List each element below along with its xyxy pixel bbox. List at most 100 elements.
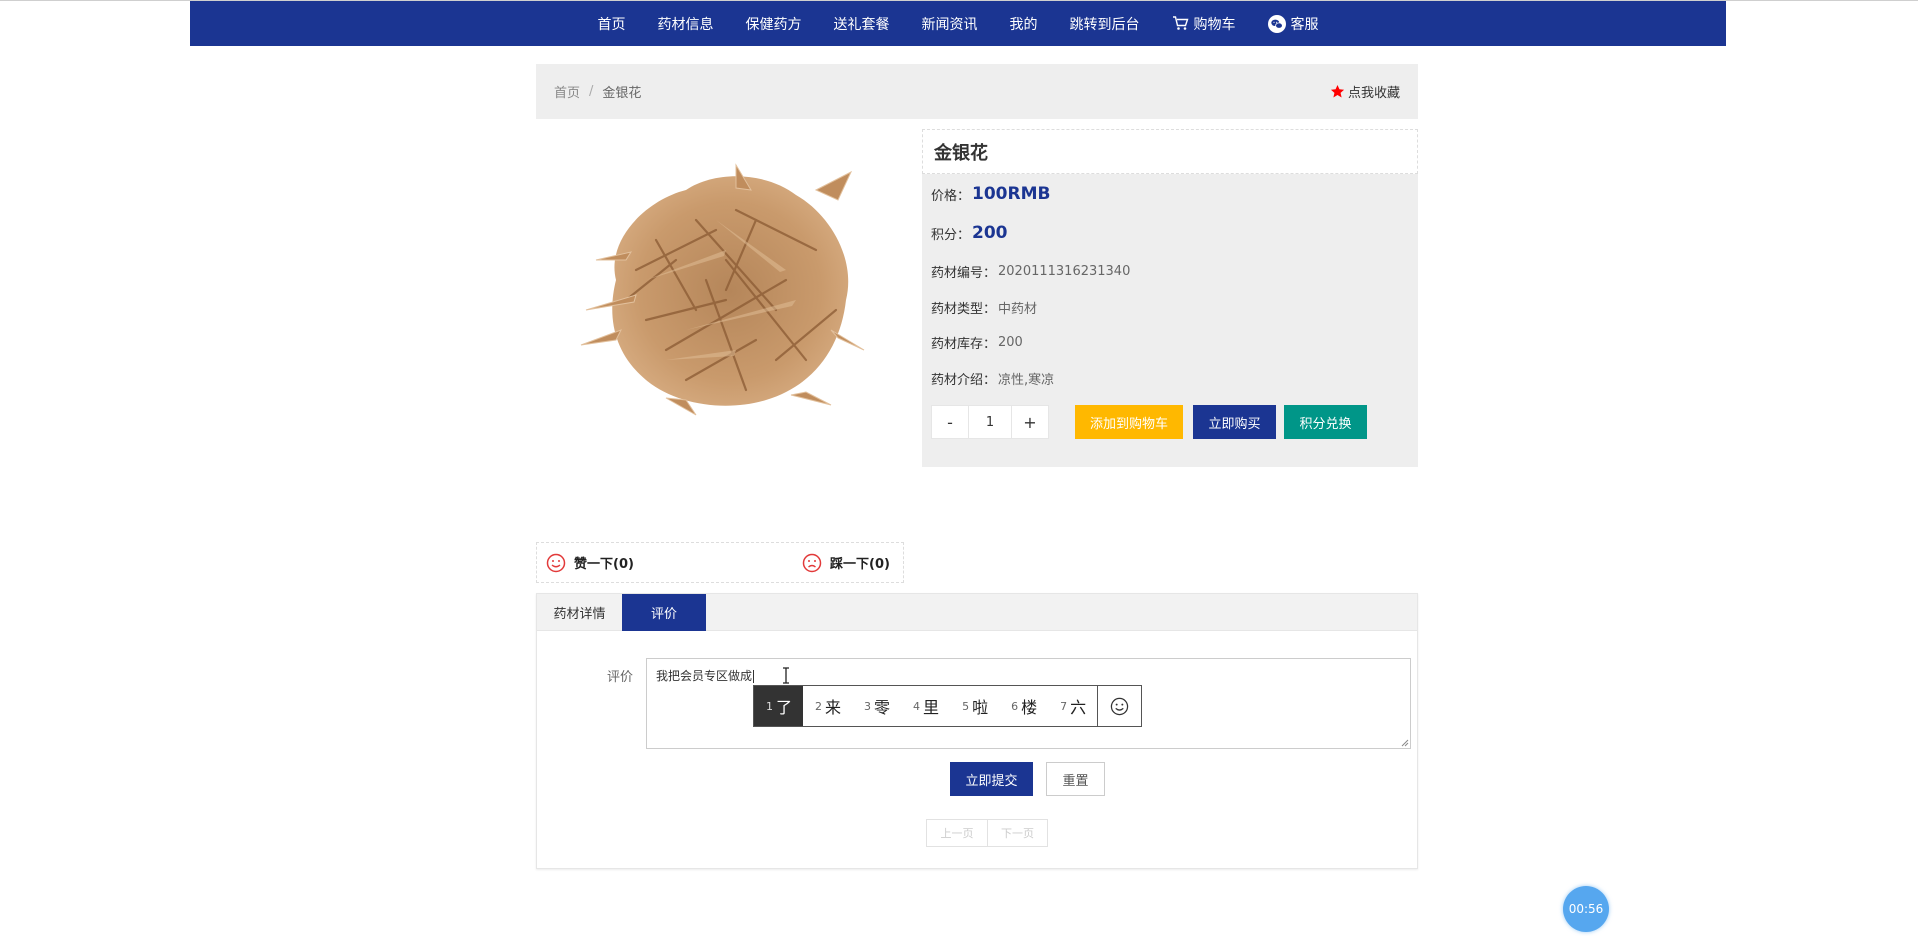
cart-icon [1172,16,1188,30]
nav-cart-label: 购物车 [1193,16,1236,33]
nav-home-label: 首页 [597,16,626,33]
nav-gift-packages-label: 送礼套餐 [833,16,890,33]
ime-candidate[interactable]: 4里 [901,686,950,726]
ime-candidate-number: 2 [815,699,823,713]
nav-admin-label: 跳转到后台 [1069,16,1140,33]
add-to-cart-button[interactable]: 添加到购物车 [1075,405,1183,439]
ime-candidate[interactable]: 3零 [852,686,901,726]
tab-details[interactable]: 药材详情 [537,594,622,631]
ime-candidate-number: 1 [766,699,773,713]
prev-page-button[interactable]: 上一页 [926,819,988,847]
type-value: 中药材 [998,302,1038,317]
product-title: 金银花 [934,142,988,164]
ime-emoji-button[interactable] [1097,686,1141,726]
stock-value: 200 [998,335,1023,350]
dislike-button[interactable]: 踩一下(0) [802,543,890,582]
points-value: 200 [972,223,1008,243]
type-row: 药材类型： 中药材 [931,298,1037,317]
vote-box: 赞一下(0) 踩一下(0) [536,542,904,583]
emoji-icon [1110,697,1129,715]
dislike-label: 踩一下(0) [830,557,890,572]
ime-candidate-char: 六 [1070,698,1087,717]
nav-herb-info[interactable]: 药材信息 [642,1,730,46]
ime-candidate-char: 里 [923,698,940,717]
product-title-box: 金银花 [922,129,1418,174]
product-image [580,163,865,416]
favorite-label: 点我收藏 [1347,86,1400,101]
quantity-minus-button[interactable]: - [931,405,969,439]
resize-handle-icon[interactable] [1400,738,1409,747]
text-caret [753,670,755,683]
review-text-wrap: 我把会员专区做成 [656,667,755,684]
star-icon [1330,84,1345,98]
price-value: 100RMB [972,184,1051,204]
nav-gift-packages[interactable]: 送礼套餐 [818,1,906,46]
like-button[interactable]: 赞一下(0) [546,543,634,582]
product-info-panel: 金银花 价格： 100RMB 积分： 200 药材编号： 20201113162… [922,129,1418,467]
next-page-button[interactable]: 下一页 [988,819,1048,847]
stock-label: 药材库存： [931,337,997,352]
nav-herb-info-label: 药材信息 [657,16,714,33]
points-label: 积分： [931,227,971,243]
points-exchange-button[interactable]: 积分兑换 [1284,405,1367,439]
ime-candidate-char: 了 [776,698,793,717]
ime-candidate-char: 零 [874,698,891,717]
ime-candidate-char: 楼 [1021,698,1038,717]
nav-home[interactable]: 首页 [582,1,642,46]
breadcrumb-current: 金银花 [602,86,642,101]
code-value: 2020111316231340 [998,264,1131,279]
price-row: 价格： 100RMB [931,184,1050,204]
ime-candidate-number: 6 [1011,699,1019,713]
reset-button[interactable]: 重置 [1046,762,1105,796]
type-label: 药材类型： [931,302,997,317]
ime-candidate-number: 7 [1060,699,1068,713]
nav-mine-label: 我的 [1009,16,1038,33]
ime-candidate-bar: 1了2来3零4里5啦6楼7六 [753,685,1143,727]
ime-candidate[interactable]: 2来 [803,686,852,726]
buy-now-button[interactable]: 立即购买 [1193,405,1276,439]
tab-review[interactable]: 评价 [622,594,706,631]
breadcrumb-home[interactable]: 首页 [554,82,580,101]
timer-badge[interactable]: 00:56 [1563,886,1609,932]
ime-candidate-number: 4 [913,699,921,713]
quantity-stepper: - 1 + [931,405,1049,439]
text-cursor-icon [783,667,789,684]
ime-candidate[interactable]: 5啦 [950,686,999,726]
nav-cart[interactable]: 购物车 [1156,1,1252,46]
like-label: 赞一下(0) [574,557,634,572]
review-label: 评价 [607,670,634,685]
ime-candidate[interactable]: 6楼 [999,686,1048,726]
ime-candidate-char: 来 [825,698,842,717]
nav-health-recipes-label: 保健药方 [745,16,802,33]
submit-button[interactable]: 立即提交 [950,762,1033,796]
stock-row: 药材库存： 200 [931,333,1023,352]
nav-mine[interactable]: 我的 [994,1,1054,46]
intro-value: 凉性,寒凉 [998,373,1055,388]
price-label: 价格： [931,188,971,204]
intro-row: 药材介绍： 凉性,寒凉 [931,369,1054,388]
quantity-input[interactable]: 1 [969,405,1011,439]
nav-health-recipes[interactable]: 保健药方 [730,1,818,46]
tab-bar: 药材详情 评价 [537,594,1417,631]
sad-face-icon [802,553,822,572]
nav-service-label: 客服 [1290,16,1319,33]
points-row: 积分： 200 [931,223,1008,243]
code-label: 药材编号： [931,266,997,281]
code-row: 药材编号： 2020111316231340 [931,262,1130,281]
intro-label: 药材介绍： [931,373,997,388]
ime-candidate-number: 3 [864,699,872,713]
nav-admin[interactable]: 跳转到后台 [1054,1,1156,46]
review-text: 我把会员专区做成 [656,669,753,683]
wechat-icon [1267,14,1286,33]
nav-news-label: 新闻资讯 [921,16,978,33]
nav-service[interactable]: 客服 [1252,1,1335,46]
pagination: 上一页 下一页 [926,819,1048,847]
ime-candidate[interactable]: 1了 [754,686,804,726]
quantity-plus-button[interactable]: + [1011,405,1049,439]
breadcrumb-separator: / [589,84,594,99]
ime-candidate[interactable]: 7六 [1048,686,1097,726]
nav-news[interactable]: 新闻资讯 [906,1,994,46]
ime-candidate-number: 5 [962,699,970,713]
favorite-button[interactable]: 点我收藏 [1330,82,1400,101]
breadcrumb: 首页 / 金银花 点我收藏 [536,64,1418,119]
